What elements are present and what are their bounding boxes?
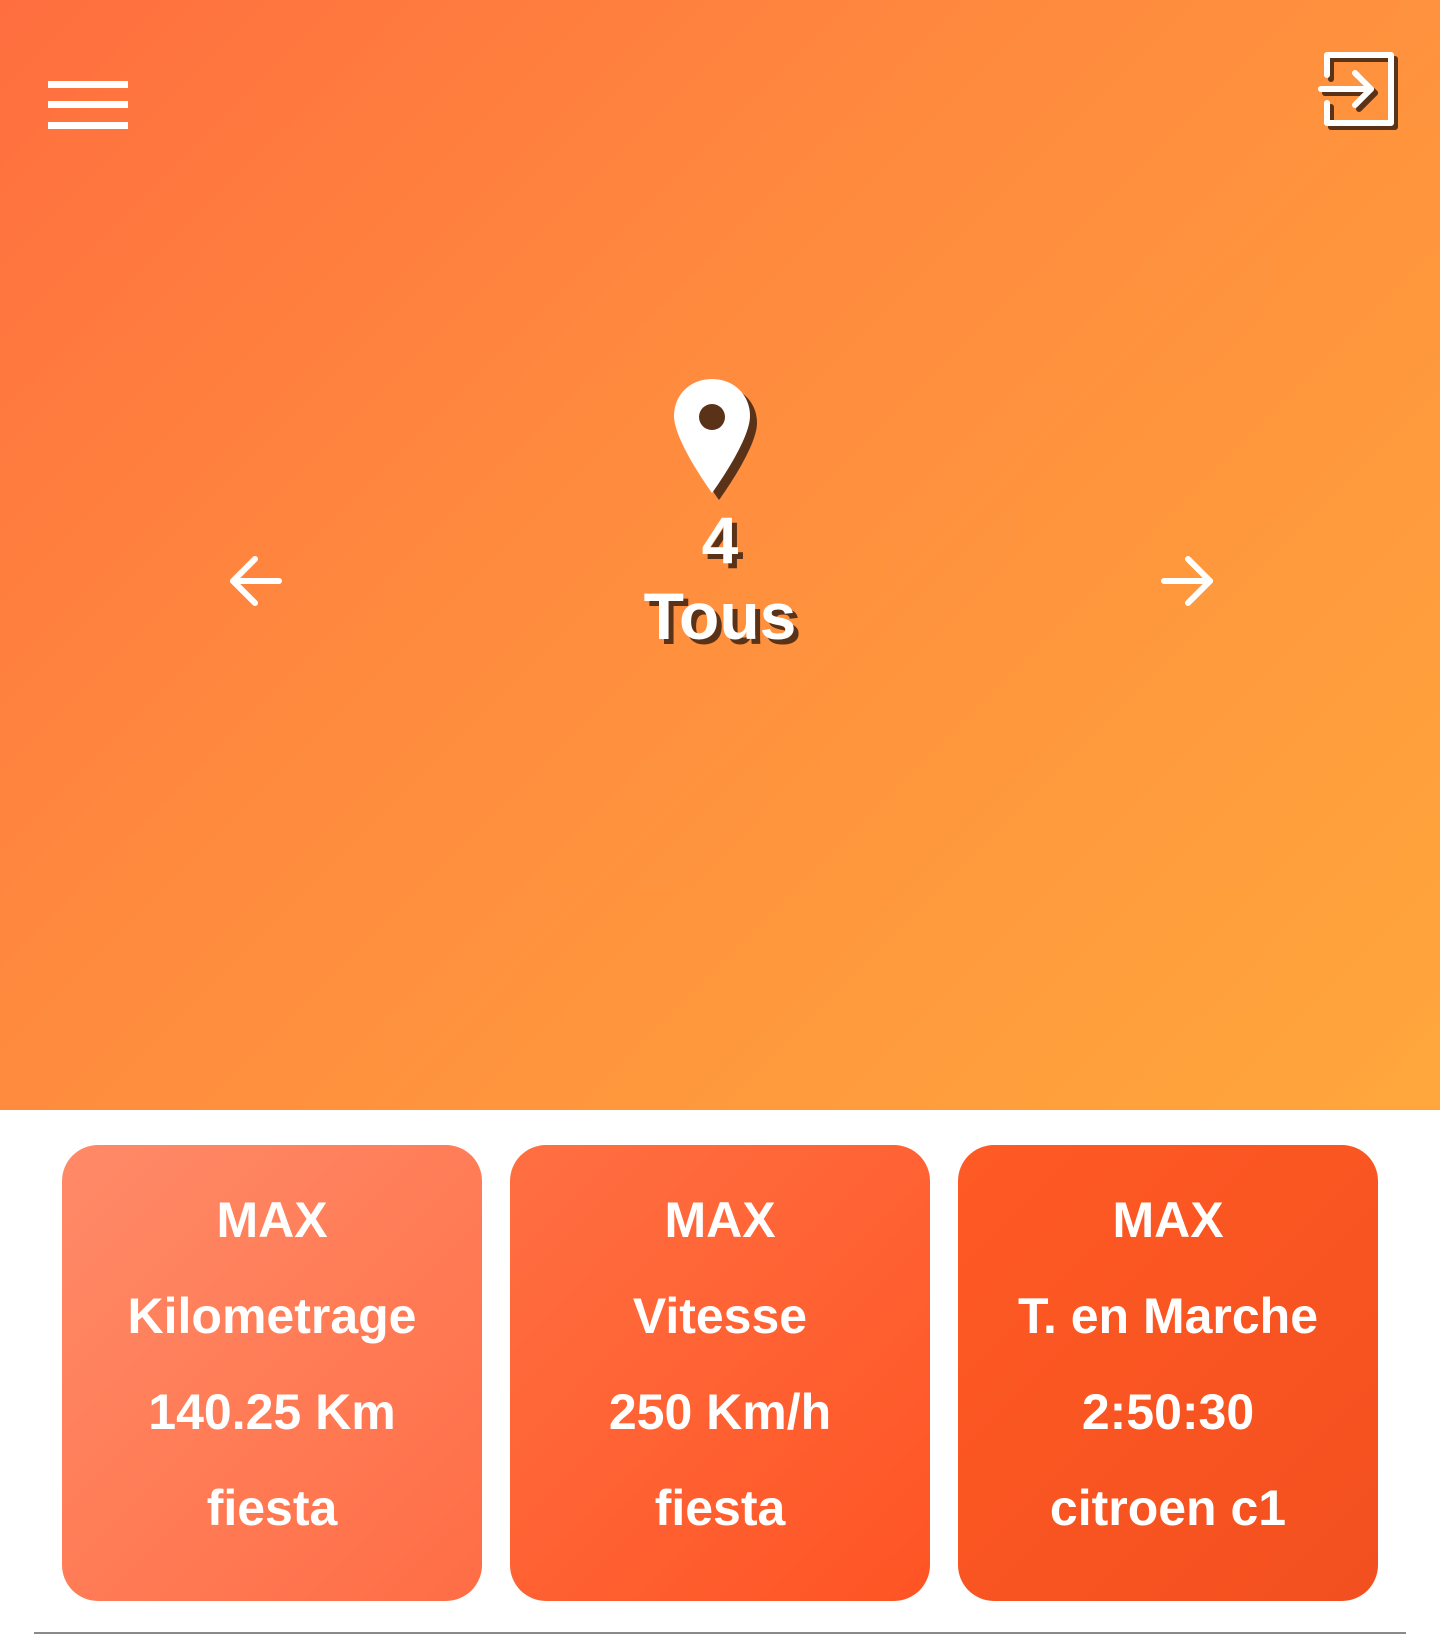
hero-header: 4 Tous <box>0 0 1440 1110</box>
stats-cards: MAX Kilometrage 140.25 Km fiesta MAX Vit… <box>62 1145 1378 1601</box>
stat-vehicle: fiesta <box>654 1480 786 1536</box>
menu-button[interactable] <box>40 70 136 140</box>
divider <box>34 1632 1406 1634</box>
stat-card-temps-en-marche[interactable]: MAX T. en Marche 2:50:30 citroen c1 <box>958 1145 1378 1601</box>
vehicle-selector: 4 Tous <box>520 375 920 651</box>
arrow-left-icon <box>230 556 282 606</box>
stat-card-kilometrage[interactable]: MAX Kilometrage 140.25 Km fiesta <box>62 1145 482 1601</box>
filter-label: Tous <box>643 579 797 653</box>
logout-button[interactable] <box>1310 40 1410 140</box>
stat-vehicle: citroen c1 <box>1049 1480 1287 1536</box>
logout-icon <box>1318 52 1398 130</box>
stat-title: MAX <box>216 1192 328 1248</box>
stat-title: MAX <box>664 1192 776 1248</box>
next-button[interactable] <box>1148 545 1228 617</box>
stat-value: 2:50:30 <box>1081 1384 1255 1440</box>
stat-metric: T. en Marche <box>1017 1288 1319 1344</box>
stat-value: 250 Km/h <box>608 1384 832 1440</box>
stat-card-vitesse[interactable]: MAX Vitesse 250 Km/h fiesta <box>510 1145 930 1601</box>
location-pin-icon <box>674 379 757 500</box>
hamburger-menu-icon <box>48 81 128 129</box>
previous-button[interactable] <box>215 545 295 617</box>
arrow-right-icon <box>1161 556 1213 606</box>
stat-metric: Vitesse <box>632 1288 808 1344</box>
stat-metric: Kilometrage <box>127 1288 417 1344</box>
vehicle-count: 4 <box>701 503 739 577</box>
stat-vehicle: fiesta <box>206 1480 338 1536</box>
stat-value: 140.25 Km <box>148 1384 396 1440</box>
stat-title: MAX <box>1112 1192 1224 1248</box>
